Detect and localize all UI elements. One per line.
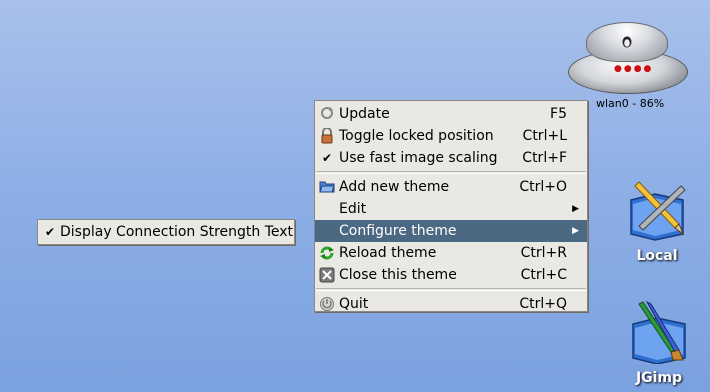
menu-item-label: Add new theme [339,179,450,195]
menu-item-add-theme[interactable]: Add new theme Ctrl+O [315,176,587,198]
menu-item-accel: F5 [550,106,567,122]
menu-item-label: Use fast image scaling [339,150,498,166]
menu-item-accel: Ctrl+C [520,267,567,283]
router-leds: ●●●● [614,64,654,74]
submenu-item-display-strength-text[interactable]: ✔ Display Connection Strength Text [38,221,294,243]
check-icon: ✔ [321,151,333,165]
refresh-icon [319,106,335,122]
menu-item-label: Edit [339,201,367,217]
desktop-icon-jgimp[interactable]: JGimp [619,300,699,386]
menu-item-accel: Ctrl+Q [519,296,567,312]
network-router-widget[interactable]: ●●●● [568,22,688,94]
pencil-folder-icon [630,181,686,241]
menu-item-reload-theme[interactable]: Reload theme Ctrl+R [315,242,587,264]
menu-item-edit[interactable]: Edit ▶ [315,198,587,220]
router-label: wlan0 - 86% [596,97,665,110]
desktop: ●●●● wlan0 - 86% Local JGimp Update F5 T… [0,0,710,392]
open-folder-icon [319,179,335,195]
penguin-logo-icon [622,36,632,48]
desktop-icon-local[interactable]: Local [617,178,697,264]
desktop-icon-label: JGimp [635,370,683,386]
check-icon: ✔ [44,225,56,239]
desktop-icon-label: Local [636,248,678,264]
configure-theme-submenu: ✔ Display Connection Strength Text [37,219,295,245]
menu-item-label: Display Connection Strength Text [60,224,294,240]
menu-item-accel: Ctrl+O [519,179,567,195]
context-menu: Update F5 Toggle locked position Ctrl+L … [314,100,588,312]
reload-icon [319,245,335,261]
menu-item-label: Toggle locked position [339,128,494,144]
lock-icon [319,127,335,144]
menu-item-update[interactable]: Update F5 [315,103,587,125]
menu-item-label: Reload theme [339,245,437,261]
menu-item-configure-theme[interactable]: Configure theme ▶ [315,220,587,242]
submenu-arrow-icon: ▶ [572,204,579,214]
brush-folder-icon [632,300,686,365]
menu-item-label: Configure theme [339,223,457,239]
menu-item-label: Update [339,106,390,122]
menu-item-label: Close this theme [339,267,457,283]
menu-item-accel: Ctrl+R [520,245,567,261]
quit-icon [319,296,335,312]
menu-item-fast-scaling[interactable]: ✔ Use fast image scaling Ctrl+F [315,147,587,169]
submenu-arrow-icon: ▶ [572,226,579,236]
menu-item-quit[interactable]: Quit Ctrl+Q [315,293,587,315]
close-icon [319,267,335,283]
menu-item-accel: Ctrl+F [522,150,567,166]
menu-item-close-theme[interactable]: Close this theme Ctrl+C [315,264,587,286]
menu-item-label: Quit [339,296,369,312]
menu-item-accel: Ctrl+L [522,128,567,144]
menu-separator [316,288,586,291]
menu-separator [316,171,586,174]
menu-item-toggle-locked[interactable]: Toggle locked position Ctrl+L [315,125,587,147]
